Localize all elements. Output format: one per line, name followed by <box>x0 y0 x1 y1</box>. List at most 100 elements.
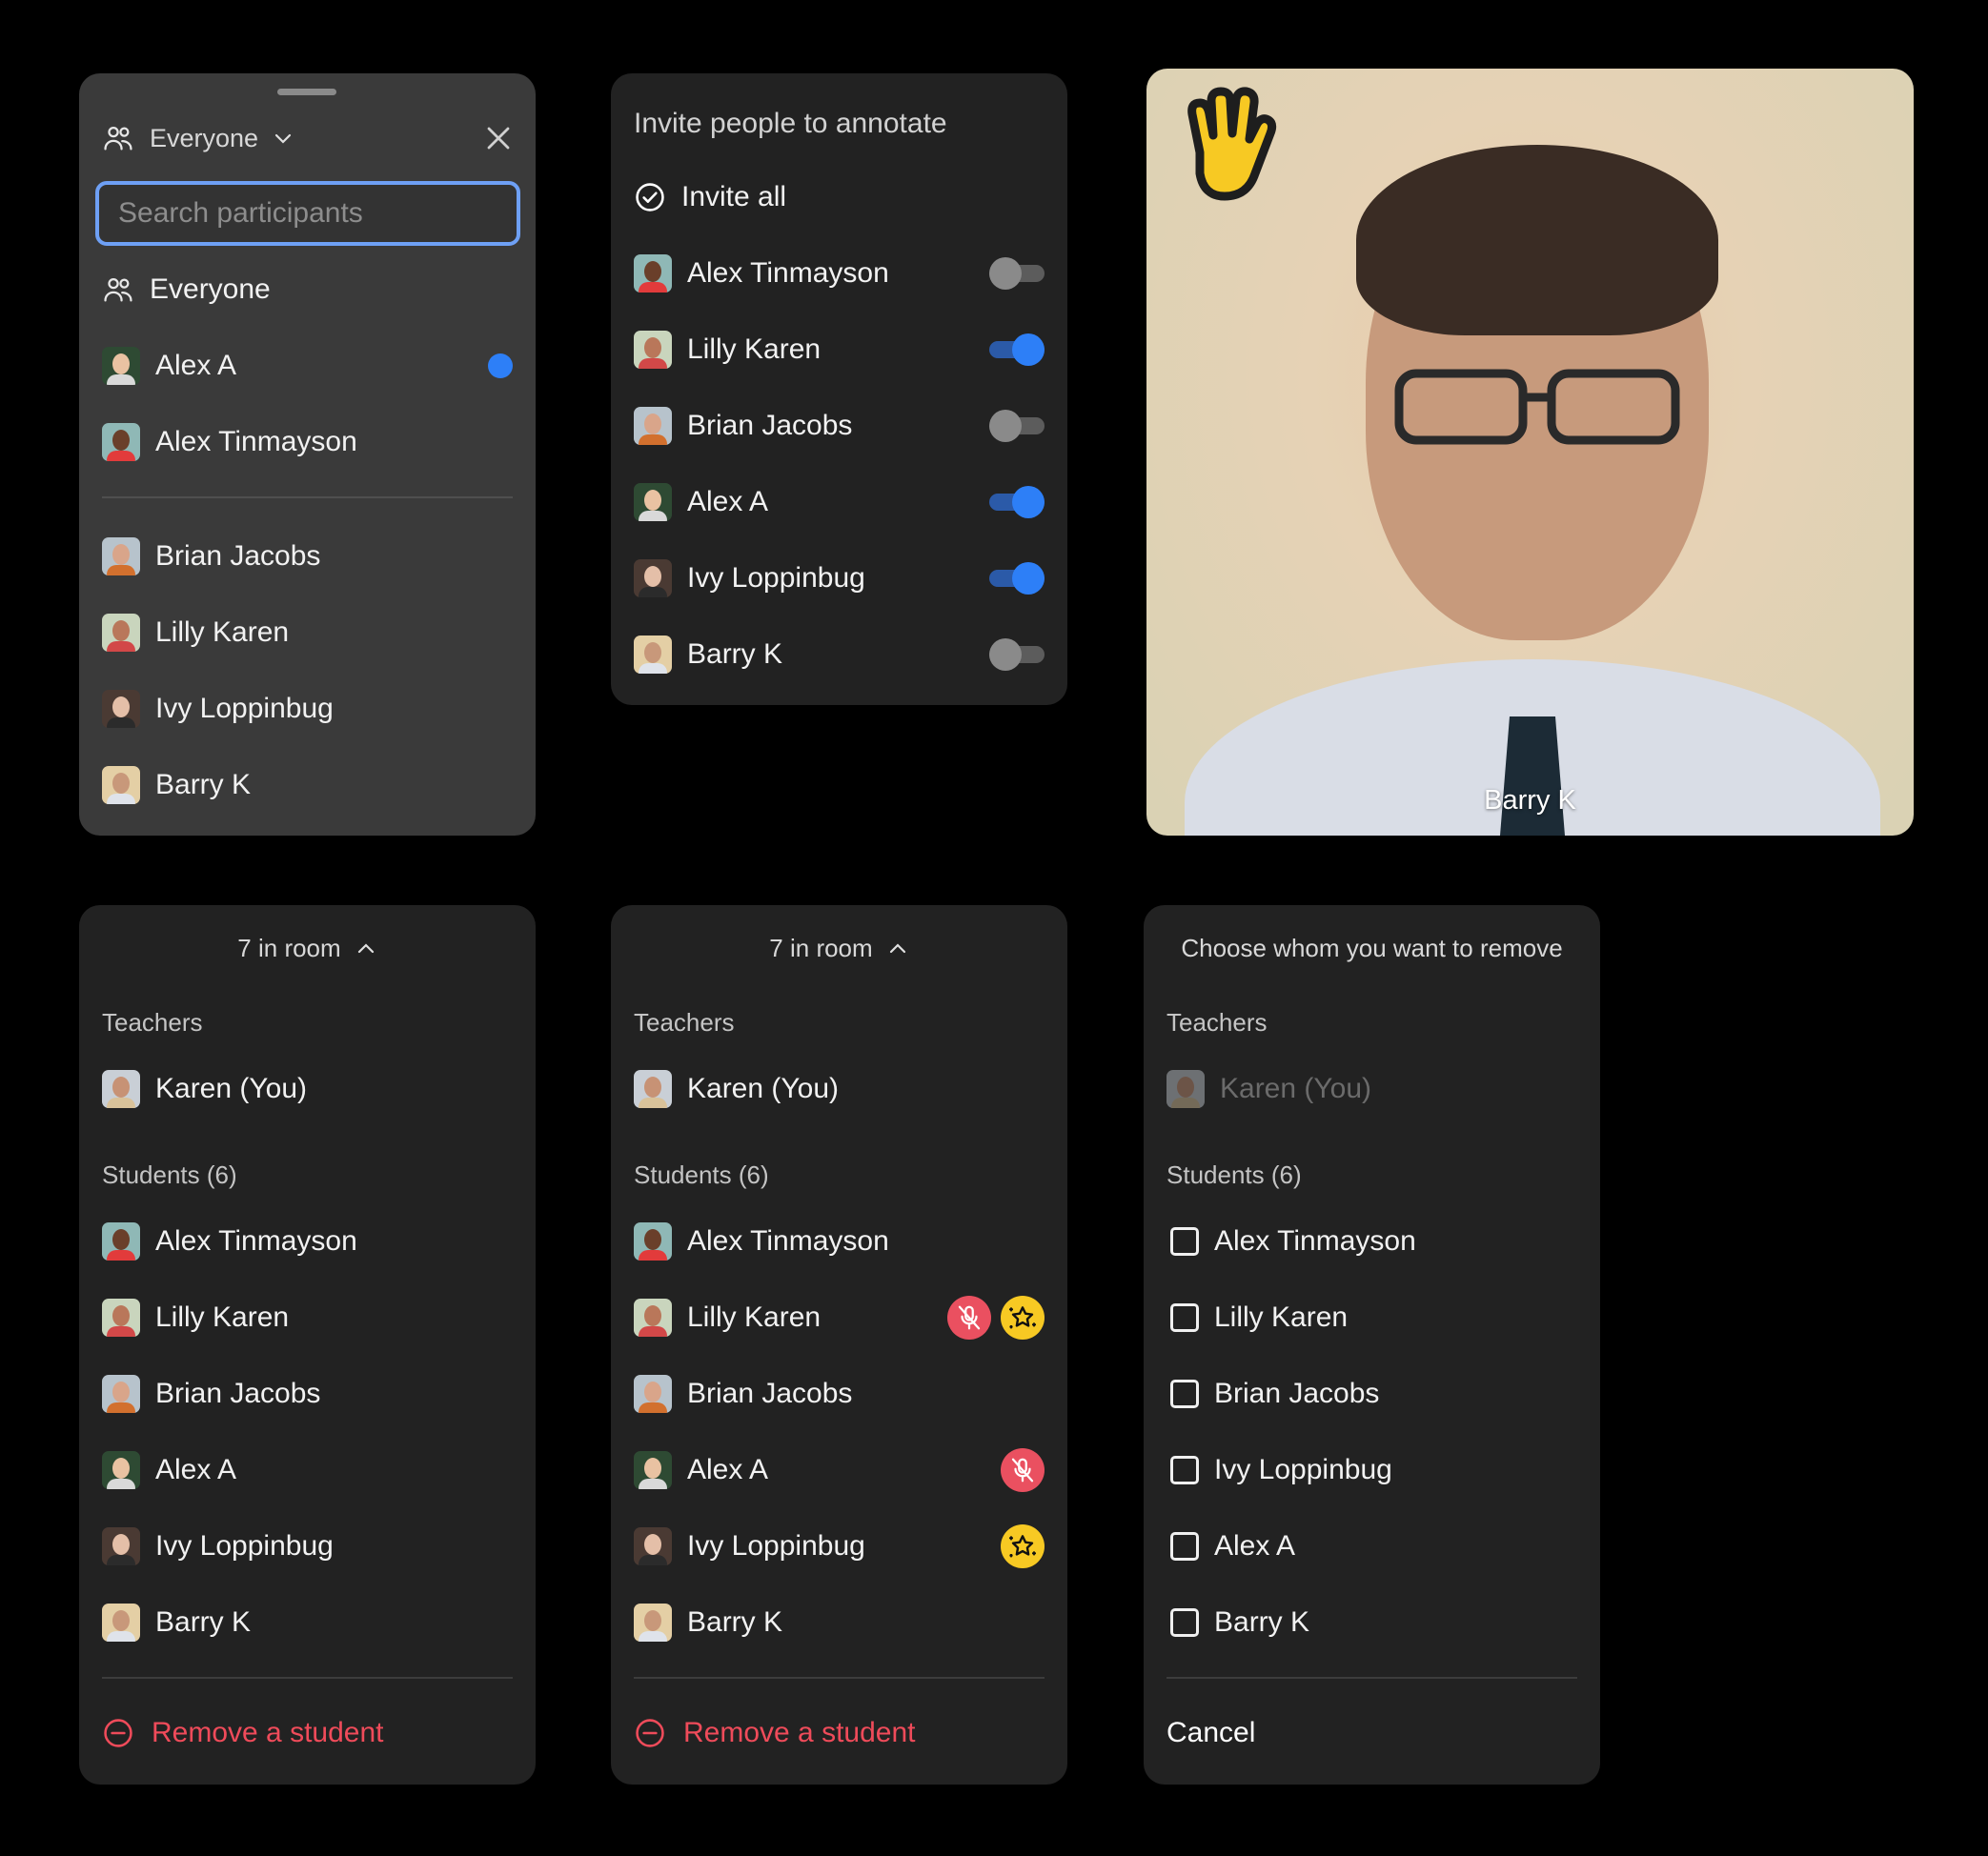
student-row[interactable]: Alex Tinmayson <box>102 1213 513 1270</box>
chooser-title: Choose whom you want to remove <box>1181 934 1563 962</box>
avatar <box>102 1299 140 1337</box>
mic-off-icon <box>958 1305 981 1330</box>
invite-row: Brian Jacobs <box>634 397 1045 454</box>
selected-indicator <box>488 353 513 378</box>
room-count-toggle[interactable]: 7 in room <box>79 934 536 963</box>
audience-dropdown-label[interactable]: Everyone <box>150 124 258 153</box>
avatar <box>634 1527 672 1565</box>
student-checkbox-row[interactable]: Brian Jacobs <box>1166 1365 1577 1422</box>
student-row[interactable]: Brian Jacobs <box>634 1365 1045 1422</box>
checkbox[interactable] <box>1170 1532 1199 1561</box>
teacher-row[interactable]: Karen (You) <box>102 1060 513 1118</box>
invite-name: Alex Tinmayson <box>687 257 889 289</box>
invite-all-button[interactable]: Invite all <box>634 169 1045 226</box>
picker-item-alex-tinmayson[interactable]: Alex Tinmayson <box>102 414 513 471</box>
annotate-toggle[interactable] <box>989 562 1045 595</box>
remove-student-label: Remove a student <box>152 1717 384 1748</box>
annotate-toggle[interactable] <box>989 486 1045 518</box>
picker-item-lilly-karen[interactable]: Lilly Karen <box>102 604 513 661</box>
annotate-toggle[interactable] <box>989 257 1045 290</box>
checkbox[interactable] <box>1170 1380 1199 1408</box>
students-section-label: Students (6) <box>102 1160 237 1189</box>
avatar <box>634 483 672 521</box>
student-checkbox-row[interactable]: Alex Tinmayson <box>1166 1213 1577 1270</box>
student-row[interactable]: Barry K <box>634 1594 1045 1651</box>
student-name: Alex A <box>155 1454 237 1485</box>
student-row[interactable]: Ivy Loppinbug <box>634 1518 1045 1575</box>
invite-row: Barry K <box>634 626 1045 683</box>
muted-badge[interactable] <box>1001 1448 1045 1492</box>
avatar <box>634 1375 672 1413</box>
student-name: Barry K <box>1214 1606 1310 1638</box>
star-badge[interactable] <box>1001 1524 1045 1568</box>
student-row[interactable]: Brian Jacobs <box>102 1365 513 1422</box>
picker-item-ivy-loppinbug[interactable]: Ivy Loppinbug <box>102 680 513 737</box>
avatar <box>102 423 140 461</box>
cancel-button[interactable]: Cancel <box>1166 1705 1255 1762</box>
avatar <box>102 1527 140 1565</box>
student-row[interactable]: Lilly Karen <box>102 1289 513 1346</box>
remove-student-button[interactable]: Remove a student <box>102 1705 383 1762</box>
annotate-toggle[interactable] <box>989 638 1045 671</box>
student-name: Brian Jacobs <box>155 1378 321 1409</box>
divider <box>102 1677 513 1679</box>
check-circle-icon <box>636 183 664 212</box>
picker-item-label: Brian Jacobs <box>155 540 321 572</box>
student-row[interactable]: Alex A <box>102 1442 513 1499</box>
divider <box>634 1677 1045 1679</box>
student-row[interactable]: Barry K <box>102 1594 513 1651</box>
teacher-row[interactable]: Karen (You) <box>634 1060 1045 1118</box>
video-tile[interactable]: Barry K <box>1146 69 1914 836</box>
invite-name: Alex A <box>687 486 769 517</box>
minus-circle-icon <box>104 1719 132 1747</box>
student-row[interactable]: Alex Tinmayson <box>634 1213 1045 1270</box>
checkbox[interactable] <box>1170 1608 1199 1637</box>
annotate-toggle[interactable] <box>989 410 1045 442</box>
close-icon[interactable] <box>484 124 513 152</box>
avatar <box>634 1604 672 1642</box>
picker-item-label: Ivy Loppinbug <box>155 693 334 724</box>
student-checkbox-row[interactable]: Barry K <box>1166 1594 1577 1651</box>
student-name: Brian Jacobs <box>687 1378 853 1409</box>
student-row[interactable]: Ivy Loppinbug <box>102 1518 513 1575</box>
checkbox[interactable] <box>1170 1303 1199 1332</box>
student-checkbox-row[interactable]: Alex A <box>1166 1518 1577 1575</box>
student-name: Lilly Karen <box>687 1301 822 1333</box>
picker-item-alex-a[interactable]: Alex A <box>102 337 513 394</box>
student-row[interactable]: Lilly Karen <box>634 1289 1045 1346</box>
drag-handle[interactable] <box>277 89 336 95</box>
muted-badge[interactable] <box>947 1296 991 1340</box>
picker-item-barry-k[interactable]: Barry K <box>102 757 513 814</box>
students-section-label: Students (6) <box>634 1160 769 1189</box>
student-name: Alex A <box>1214 1530 1296 1562</box>
picker-item-everyone[interactable]: Everyone <box>102 261 513 318</box>
avatar <box>102 1375 140 1413</box>
invite-name: Ivy Loppinbug <box>687 562 865 594</box>
remove-student-button[interactable]: Remove a student <box>634 1705 915 1762</box>
checkbox[interactable] <box>1170 1227 1199 1256</box>
student-name: Lilly Karen <box>155 1301 290 1333</box>
student-checkbox-row[interactable]: Lilly Karen <box>1166 1289 1577 1346</box>
annotate-invite-panel: Invite people to annotate Invite all Ale… <box>611 73 1067 705</box>
avatar <box>102 347 140 385</box>
student-row[interactable]: Alex A <box>634 1442 1045 1499</box>
annotate-toggle[interactable] <box>989 333 1045 366</box>
picker-item-brian-jacobs[interactable]: Brian Jacobs <box>102 528 513 585</box>
checkbox[interactable] <box>1170 1456 1199 1484</box>
invite-name: Lilly Karen <box>687 333 822 365</box>
students-section-label: Students (6) <box>1166 1160 1302 1189</box>
student-checkbox-row[interactable]: Ivy Loppinbug <box>1166 1442 1577 1499</box>
mic-off-icon <box>1011 1458 1034 1483</box>
star-badge[interactable] <box>1001 1296 1045 1340</box>
avatar <box>634 1222 672 1261</box>
search-participants-field[interactable] <box>95 181 520 246</box>
invite-name: Brian Jacobs <box>687 410 853 441</box>
search-input[interactable] <box>116 196 517 231</box>
student-name: Ivy Loppinbug <box>155 1530 334 1562</box>
room-count-toggle[interactable]: 7 in room <box>611 934 1067 963</box>
picker-item-label: Lilly Karen <box>155 616 290 648</box>
chevron-down-icon[interactable] <box>272 127 294 150</box>
invite-row: Alex Tinmayson <box>634 245 1045 302</box>
avatar <box>634 407 672 445</box>
invite-all-label: Invite all <box>681 181 787 212</box>
